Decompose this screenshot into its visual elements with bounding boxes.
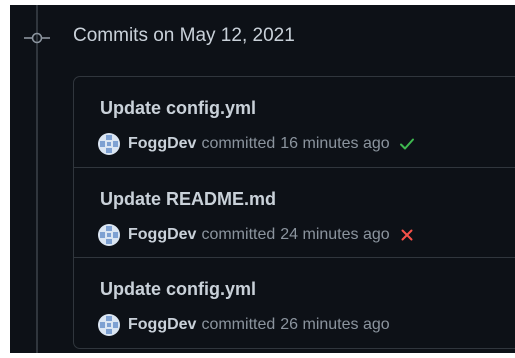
commit-history-panel: Commits on May 12, 2021 Update config.ym…	[10, 5, 515, 353]
author-avatar[interactable]	[98, 314, 120, 336]
commit-row: Update README.md FoggDev committed 24 mi…	[74, 167, 515, 258]
commit-list: Update config.yml FoggDev committed 16 m…	[73, 76, 515, 349]
x-icon[interactable]	[399, 227, 415, 243]
timeline-line	[36, 5, 38, 353]
commit-group-heading: Commits on May 12, 2021	[73, 25, 295, 46]
commit-action: committed	[201, 316, 276, 333]
check-icon[interactable]	[399, 136, 415, 152]
commit-row: Update config.yml FoggDev committed 26 m…	[74, 257, 515, 350]
commit-title-link[interactable]: Update config.yml	[100, 98, 256, 119]
author-link[interactable]: FoggDev	[128, 135, 196, 153]
commit-action: committed	[201, 135, 276, 152]
commit-time: 16 minutes ago	[280, 135, 390, 152]
commit-time: 26 minutes ago	[280, 316, 390, 333]
author-avatar[interactable]	[98, 133, 120, 155]
author-link[interactable]: FoggDev	[128, 226, 196, 244]
commit-time: 24 minutes ago	[280, 226, 390, 243]
commit-title-link[interactable]: Update README.md	[100, 189, 276, 210]
git-commit-icon	[24, 32, 50, 44]
author-avatar[interactable]	[98, 224, 120, 246]
commit-title-link[interactable]: Update config.yml	[100, 279, 256, 300]
commit-meta: FoggDev committed 24 minutes ago	[98, 224, 415, 246]
commit-action: committed	[201, 226, 276, 243]
commit-meta: FoggDev committed 16 minutes ago	[98, 133, 415, 155]
commit-meta: FoggDev committed 26 minutes ago	[98, 314, 390, 336]
author-link[interactable]: FoggDev	[128, 316, 196, 334]
commit-row: Update config.yml FoggDev committed 16 m…	[74, 77, 515, 167]
